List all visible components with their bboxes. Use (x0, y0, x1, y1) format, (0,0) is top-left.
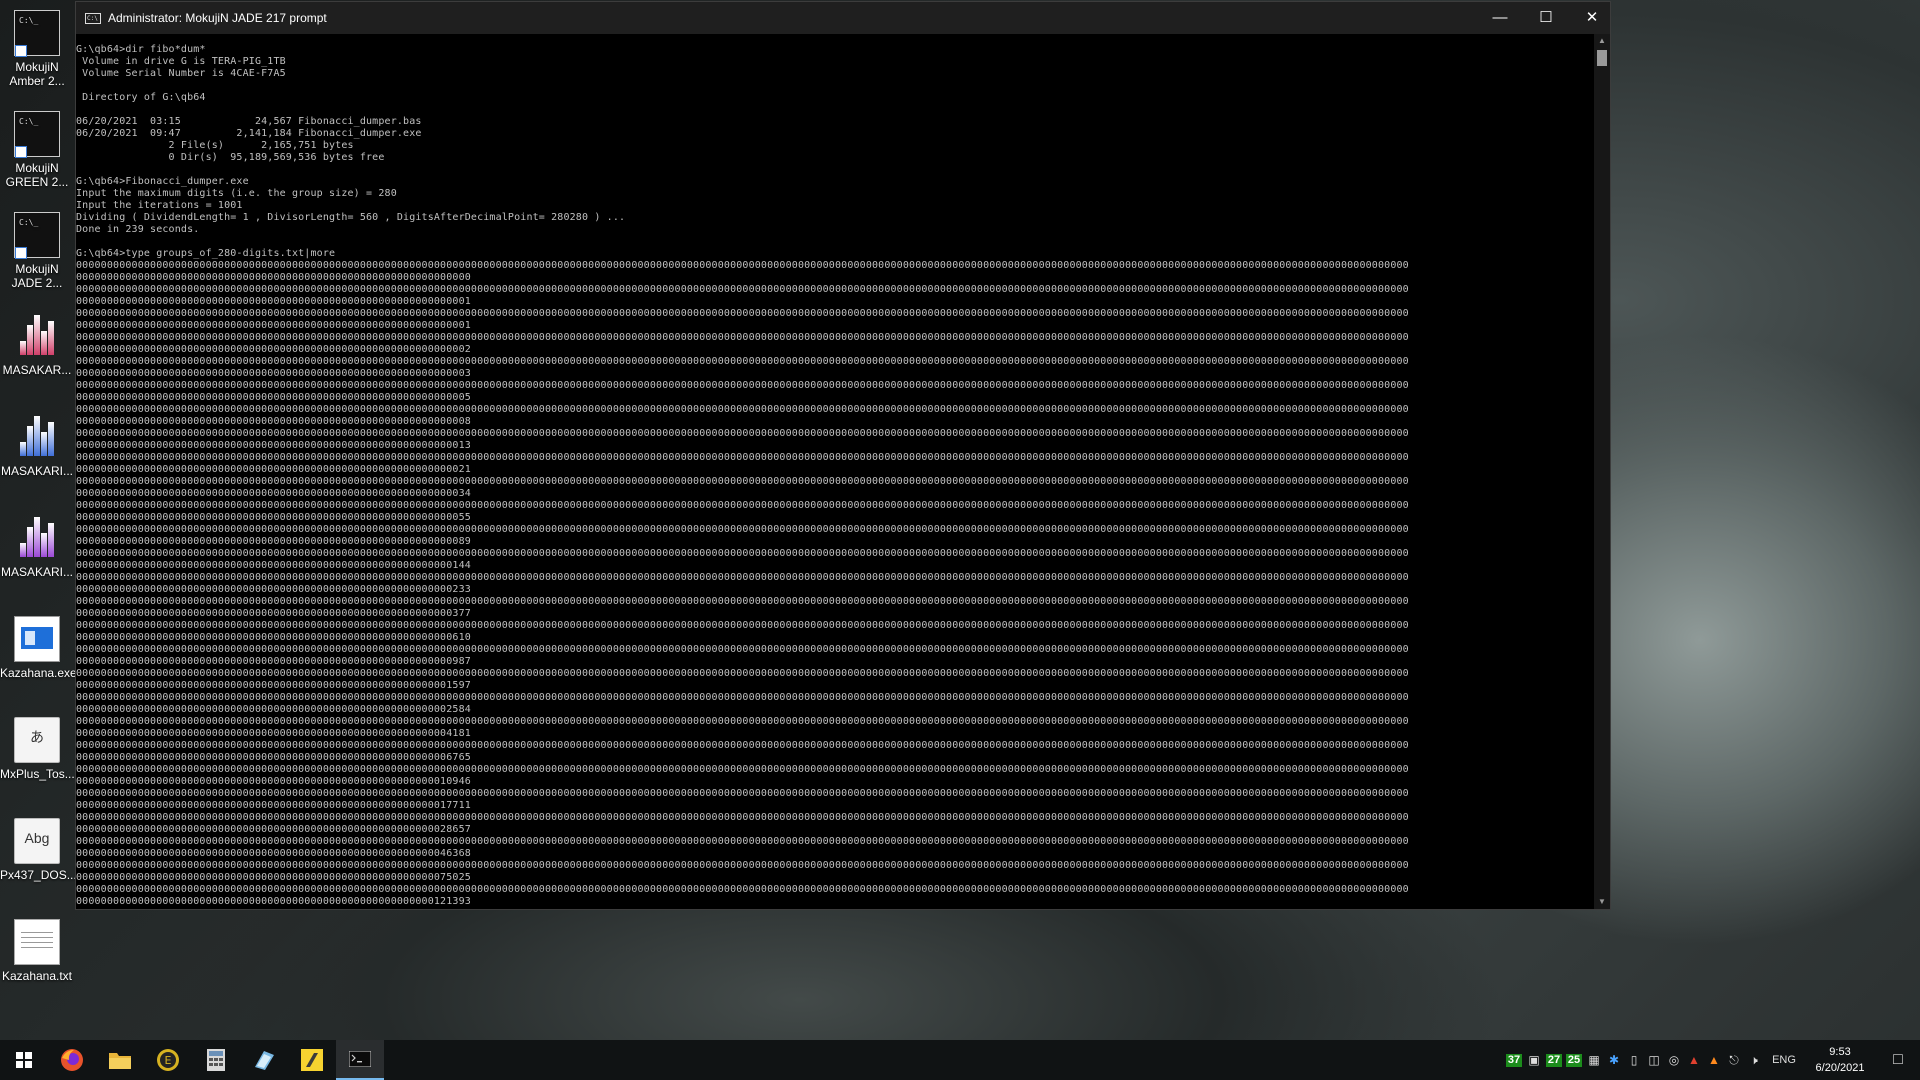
tray-window-icon[interactable]: ▣ (1524, 1040, 1544, 1080)
desktop-icon-5[interactable]: MASAKARI... (0, 414, 74, 478)
taskbar-sticky-notes[interactable] (288, 1040, 336, 1080)
notification-center-icon[interactable]: □ (1876, 1040, 1920, 1080)
desktop-icon-2[interactable]: MokujiN GREEN 2... (0, 111, 74, 189)
desktop-icon-label: MASAKAR... (2, 363, 72, 377)
desktop-icon-label: Kazahana.exe (0, 666, 77, 680)
application-icon (14, 616, 60, 662)
taskbar-firefox[interactable] (48, 1040, 96, 1080)
bar-chart-app-icon (14, 515, 60, 561)
taskbar-console[interactable] (336, 1040, 384, 1080)
maximize-button[interactable]: ☐ (1523, 2, 1569, 34)
svg-text:E: E (165, 1054, 172, 1067)
desktop-icon-label: MokujiN GREEN 2... (5, 161, 69, 189)
tray-badge-2[interactable]: 27 (1544, 1040, 1564, 1080)
tray-power-icon[interactable]: ⎋ (1724, 1040, 1744, 1080)
start-button[interactable] (0, 1040, 48, 1080)
tray-monitor-icon[interactable]: ▦ (1584, 1040, 1604, 1080)
desktop-icon-9[interactable]: Abg Px437_DOS... (0, 818, 77, 882)
scroll-thumb[interactable] (1597, 50, 1607, 66)
language-indicator[interactable]: ENG (1764, 1040, 1804, 1080)
font-file-icon: あ (14, 717, 60, 763)
yellow-badge-icon: E (157, 1049, 179, 1071)
taskbar: E 37 ▣ 27 25 ▦ ✱ ▯ ◫ ◎ ▲ ▲ ⎋ 🕨 ENG 9:53 … (0, 1040, 1920, 1080)
tray-device-icon[interactable]: ▯ (1624, 1040, 1644, 1080)
network-globe-icon[interactable]: ◎ (1664, 1040, 1684, 1080)
volume-icon[interactable]: 🕨 (1744, 1040, 1764, 1080)
desktop-icon-label: Kazahana.txt (1, 969, 73, 983)
vertical-scrollbar[interactable]: ▲ ▼ (1594, 34, 1610, 909)
tray-badge-1[interactable]: 37 (1504, 1040, 1524, 1080)
close-button[interactable]: ✕ (1569, 2, 1615, 34)
blue-tool-icon (255, 1051, 274, 1070)
console-icon (349, 1051, 371, 1067)
desktop-icon-8[interactable]: あ MxPlus_Tos... (0, 717, 75, 781)
clock-date: 6/20/2021 (1815, 1062, 1865, 1074)
desktop-icon-label: MxPlus_Tos... (0, 767, 75, 781)
title-bar[interactable]: C:\ Administrator: MokujiN JADE 217 prom… (76, 2, 1610, 34)
console-output: G:\qb64>dir fibo*dum* Volume in drive G … (76, 44, 1409, 907)
desktop-icon-4[interactable]: MASAKAR... (0, 313, 74, 377)
desktop-icon-label: MASAKARI... (0, 464, 74, 478)
scroll-up-arrow-icon[interactable]: ▲ (1594, 34, 1610, 48)
desktop-icon-label: Px437_DOS... (0, 868, 77, 882)
console-shortcut-icon (14, 212, 60, 259)
minimize-button[interactable]: — (1477, 2, 1523, 34)
tray-badge-3[interactable]: 25 (1564, 1040, 1584, 1080)
console-output-area[interactable]: G:\qb64>dir fibo*dum* Volume in drive G … (76, 34, 1594, 909)
console-shortcut-icon (14, 111, 60, 158)
firefox-icon (61, 1049, 83, 1071)
font-file-icon: Abg (14, 818, 60, 864)
window-title: Administrator: MokujiN JADE 217 prompt (108, 11, 327, 25)
console-app-icon: C:\ (85, 12, 101, 24)
scroll-down-arrow-icon[interactable]: ▼ (1594, 895, 1610, 909)
calculator-icon (207, 1049, 225, 1071)
desktop-icon-10[interactable]: Kazahana.txt (0, 919, 74, 983)
system-tray: 37 ▣ 27 25 ▦ ✱ ▯ ◫ ◎ ▲ ▲ ⎋ 🕨 ENG 9:53 6/… (1504, 1040, 1920, 1080)
console-shortcut-icon (14, 10, 60, 57)
desktop-icon-7[interactable]: Kazahana.exe (0, 616, 77, 680)
clock[interactable]: 9:53 6/20/2021 (1804, 1044, 1876, 1076)
desktop-icon-1[interactable]: MokujiN Amber 2... (0, 10, 74, 88)
taskbar-app-blue[interactable] (240, 1040, 288, 1080)
sticky-note-icon (301, 1049, 323, 1071)
desktop-icon-6[interactable]: MASAKARI... (0, 515, 74, 579)
tray-flame-icon[interactable]: ▲ (1704, 1040, 1724, 1080)
clock-time: 9:53 (1829, 1046, 1851, 1058)
desktop-icon-label: MokujiN JADE 2... (11, 262, 63, 290)
taskbar-file-explorer[interactable] (96, 1040, 144, 1080)
taskbar-app-yellow[interactable]: E (144, 1040, 192, 1080)
bar-chart-app-icon (14, 414, 60, 460)
desktop-icon-label: MokujiN Amber 2... (9, 60, 65, 88)
taskbar-calculator[interactable] (192, 1040, 240, 1080)
bluetooth-icon[interactable]: ✱ (1604, 1040, 1624, 1080)
console-window[interactable]: C:\ Administrator: MokujiN JADE 217 prom… (75, 1, 1611, 910)
windows-logo-icon (16, 1052, 32, 1068)
tray-battery-icon[interactable]: ◫ (1644, 1040, 1664, 1080)
bar-chart-app-icon (14, 313, 60, 359)
desktop-icon-label: MASAKARI... (0, 565, 74, 579)
tray-app-red-icon[interactable]: ▲ (1684, 1040, 1704, 1080)
desktop-icon-3[interactable]: MokujiN JADE 2... (0, 212, 74, 290)
folder-icon (109, 1053, 131, 1069)
text-file-icon (14, 919, 60, 965)
